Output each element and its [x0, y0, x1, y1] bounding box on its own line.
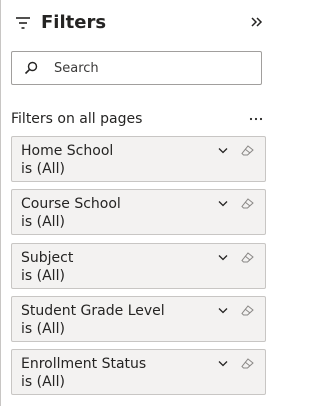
filter-card-name: Subject — [21, 250, 74, 266]
filter-icon — [16, 17, 30, 29]
filter-card-value: is (All) — [21, 214, 65, 230]
filter-card-value: is (All) — [21, 268, 65, 284]
more-options-icon[interactable] — [249, 116, 263, 122]
double-chevron-right-icon[interactable] — [249, 14, 265, 30]
chevron-down-icon[interactable] — [218, 360, 228, 367]
chevron-down-icon[interactable] — [218, 147, 228, 154]
filter-card-value: is (All) — [21, 374, 65, 390]
eraser-icon[interactable] — [241, 305, 254, 316]
eraser-icon[interactable] — [241, 252, 254, 263]
eraser-icon[interactable] — [241, 358, 254, 369]
filter-card-course-school[interactable]: Course School is (All) — [11, 189, 266, 235]
filters-pane: Filters Filters on all pages Home School… — [0, 0, 273, 406]
section-title: Filters on all pages — [11, 111, 143, 127]
filter-card-name: Enrollment Status — [21, 356, 147, 372]
search-icon — [24, 61, 38, 75]
eraser-icon[interactable] — [241, 145, 254, 156]
filter-card-student-grade-level[interactable]: Student Grade Level is (All) — [11, 296, 266, 342]
search-box[interactable] — [11, 51, 262, 85]
chevron-down-icon[interactable] — [218, 200, 228, 207]
filter-card-name: Course School — [21, 196, 121, 212]
filter-card-subject[interactable]: Subject is (All) — [11, 243, 266, 289]
filter-card-value: is (All) — [21, 321, 65, 337]
filter-card-name: Student Grade Level — [21, 303, 165, 319]
chevron-down-icon[interactable] — [218, 254, 228, 261]
eraser-icon[interactable] — [241, 198, 254, 209]
filter-card-value: is (All) — [21, 161, 65, 177]
page-title: Filters — [41, 12, 107, 33]
search-input[interactable] — [54, 53, 254, 83]
filter-card-enrollment-status[interactable]: Enrollment Status is (All) — [11, 349, 266, 395]
filter-card-name: Home School — [21, 143, 114, 159]
chevron-down-icon[interactable] — [218, 307, 228, 314]
filter-card-home-school[interactable]: Home School is (All) — [11, 136, 266, 182]
filters-header: Filters — [1, 10, 274, 38]
